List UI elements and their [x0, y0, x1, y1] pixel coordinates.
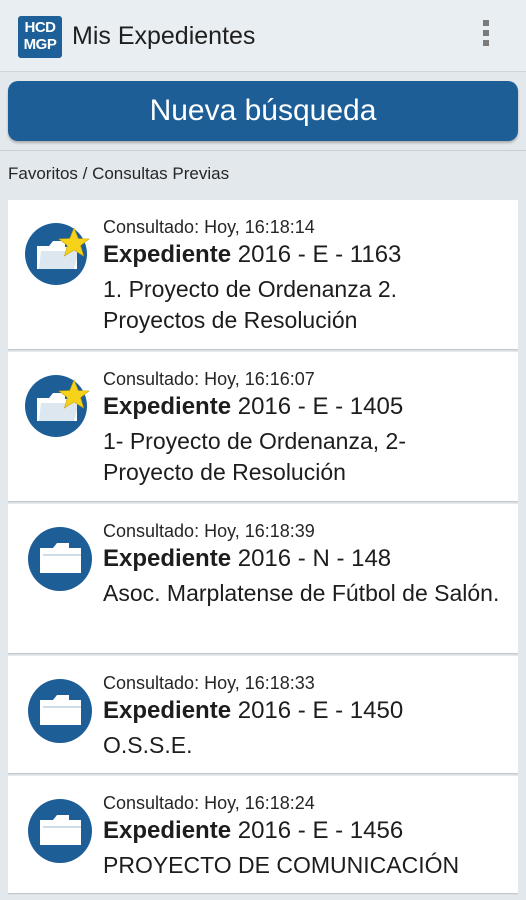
- expediente-subject: PROYECTO DE COMUNICACIÓN: [103, 852, 460, 878]
- divider: [0, 150, 526, 151]
- consulted-timestamp: Consultado: Hoy, 16:18:14: [103, 217, 315, 237]
- consulted-timestamp: Consultado: Hoy, 16:18:33: [103, 673, 315, 693]
- consulted-timestamp: Consultado: Hoy, 16:18:39: [103, 521, 315, 541]
- expediente-number: 2016 - E - 1456: [237, 817, 404, 844]
- consulted-timestamp: Consultado: Hoy, 16:18:24: [103, 793, 315, 813]
- card-text: Consultado: Hoy, 16:18:39 Expediente 201…: [103, 520, 503, 609]
- expediente-number: 2016 - E - 1163: [237, 241, 402, 268]
- expediente-card[interactable]: Consultado: Hoy, 16:18:24 Expediente 201…: [8, 776, 518, 893]
- expediente-number: 2016 - E - 1405: [237, 393, 404, 420]
- folder-icon: [25, 524, 95, 594]
- expediente-card[interactable]: Consultado: Hoy, 16:18:33 Expediente 201…: [8, 656, 518, 773]
- expediente-number: 2016 - N - 148: [237, 545, 392, 572]
- folder-icon: [25, 676, 95, 746]
- expediente-card[interactable]: Consultado: Hoy, 16:16:07 Expediente 201…: [8, 352, 518, 501]
- expediente-prefix: Expediente: [103, 545, 232, 572]
- expediente-subject: 1. Proyecto de Ordenanza 2. Proyectos de…: [103, 276, 398, 333]
- expediente-prefix: Expediente: [103, 817, 232, 844]
- folder-star-icon: [25, 220, 95, 290]
- overflow-menu-icon[interactable]: [476, 20, 496, 54]
- expediente-prefix: Expediente: [103, 393, 232, 420]
- expediente-subject: Asoc. Marplatense de Fútbol de Salón.: [103, 580, 500, 606]
- app-title: Mis Expedientes: [72, 22, 256, 50]
- expediente-id: Expediente 2016 - E - 1163: [103, 239, 503, 271]
- expediente-card[interactable]: Consultado: Hoy, 16:18:39 Expediente 201…: [8, 504, 518, 653]
- card-text: Consultado: Hoy, 16:16:07 Expediente 201…: [103, 368, 503, 488]
- card-text: Consultado: Hoy, 16:18:24 Expediente 201…: [103, 792, 503, 881]
- expediente-number: 2016 - E - 1450: [237, 697, 404, 724]
- expediente-id: Expediente 2016 - E - 1450: [103, 695, 503, 727]
- consulted-timestamp: Consultado: Hoy, 16:16:07: [103, 369, 315, 389]
- section-label: Favoritos / Consultas Previas: [8, 164, 230, 183]
- folder-star-icon: [25, 372, 95, 442]
- folder-icon: [25, 796, 95, 866]
- expediente-id: Expediente 2016 - E - 1456: [103, 815, 503, 847]
- logo-text-bottom: MGP: [23, 36, 57, 53]
- expediente-list[interactable]: Consultado: Hoy, 16:18:14 Expediente 201…: [8, 200, 518, 900]
- expediente-subject: 1- Proyecto de Ordenanza, 2- Proyecto de…: [103, 428, 406, 485]
- expediente-subject: O.S.S.E.: [103, 732, 193, 758]
- new-search-button[interactable]: Nueva búsqueda: [8, 81, 518, 141]
- logo-text-top: HCD: [24, 19, 57, 36]
- app-logo: HCD MGP: [18, 16, 62, 58]
- expediente-prefix: Expediente: [103, 697, 232, 724]
- card-text: Consultado: Hoy, 16:18:14 Expediente 201…: [103, 216, 503, 336]
- card-text: Consultado: Hoy, 16:18:33 Expediente 201…: [103, 672, 503, 761]
- app-bar: HCD MGP Mis Expedientes: [0, 0, 526, 72]
- expediente-id: Expediente 2016 - E - 1405: [103, 391, 503, 423]
- expediente-card[interactable]: Consultado: Hoy, 16:18:14 Expediente 201…: [8, 200, 518, 349]
- expediente-prefix: Expediente: [103, 241, 232, 268]
- expediente-id: Expediente 2016 - N - 148: [103, 543, 503, 575]
